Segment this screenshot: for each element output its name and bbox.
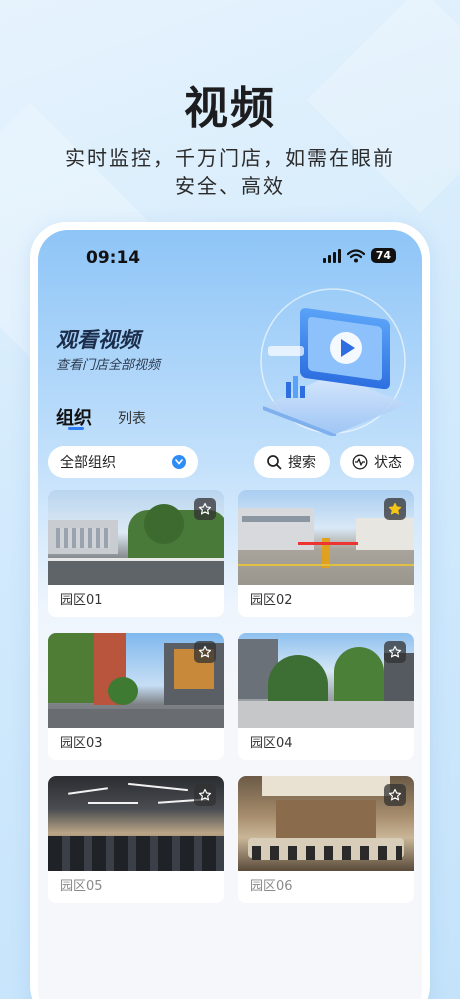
video-card-label: 园区05 bbox=[60, 879, 103, 894]
tab-active-indicator bbox=[68, 427, 84, 430]
status-label: 状态 bbox=[374, 455, 402, 471]
favorite-star-icon[interactable] bbox=[194, 641, 216, 663]
video-card[interactable]: 园区01 bbox=[48, 490, 224, 617]
phone-frame: 09:14 74 观看视频 查看门店全部视频 组织 列表 全部组织 搜索 状态 … bbox=[30, 222, 430, 999]
status-icons: 74 bbox=[322, 248, 396, 263]
favorite-star-icon[interactable] bbox=[194, 498, 216, 520]
app-screen: 09:14 74 观看视频 查看门店全部视频 组织 列表 全部组织 搜索 状态 … bbox=[38, 230, 422, 999]
video-card[interactable]: 园区03 bbox=[48, 633, 224, 760]
tab-list[interactable]: 列表 bbox=[118, 408, 146, 428]
status-time: 09:14 bbox=[86, 248, 141, 268]
search-icon bbox=[267, 455, 282, 470]
favorite-star-icon[interactable] bbox=[194, 784, 216, 806]
hero-subtitle: 实时监控，千万门店，如需在眼前 安全、高效 bbox=[0, 144, 460, 200]
video-card[interactable]: 园区05 bbox=[48, 776, 224, 903]
video-card[interactable]: 园区02 bbox=[238, 490, 414, 617]
video-card-label: 园区02 bbox=[250, 593, 293, 608]
org-select-dropdown[interactable]: 全部组织 bbox=[48, 446, 198, 478]
favorite-star-icon[interactable] bbox=[384, 498, 406, 520]
favorite-star-icon[interactable] bbox=[384, 784, 406, 806]
wifi-icon bbox=[346, 248, 365, 262]
page-subtitle: 查看门店全部视频 bbox=[56, 358, 161, 373]
signal-icon bbox=[322, 248, 341, 263]
video-card-label: 园区04 bbox=[250, 736, 293, 751]
status-filter-button[interactable]: 状态 bbox=[340, 446, 414, 478]
video-illustration-icon bbox=[260, 288, 408, 436]
favorite-star-icon[interactable] bbox=[384, 641, 406, 663]
hero-subtitle-line2: 安全、高效 bbox=[175, 174, 285, 198]
battery-indicator: 74 bbox=[370, 248, 396, 263]
search-button[interactable]: 搜索 bbox=[254, 446, 330, 478]
video-card[interactable]: 园区06 bbox=[238, 776, 414, 903]
hero-title: 视频 bbox=[184, 83, 276, 134]
org-select-value: 全部组织 bbox=[60, 455, 116, 471]
chevron-down-icon bbox=[172, 455, 186, 469]
video-card-label: 园区03 bbox=[60, 736, 103, 751]
page-title: 观看视频 bbox=[56, 328, 140, 352]
video-card-label: 园区01 bbox=[60, 593, 103, 608]
pulse-icon bbox=[352, 454, 368, 470]
hero-subtitle-line1: 实时监控，千万门店，如需在眼前 bbox=[65, 146, 395, 170]
search-label: 搜索 bbox=[288, 455, 316, 471]
video-card-label: 园区06 bbox=[250, 879, 293, 894]
video-card[interactable]: 园区04 bbox=[238, 633, 414, 760]
